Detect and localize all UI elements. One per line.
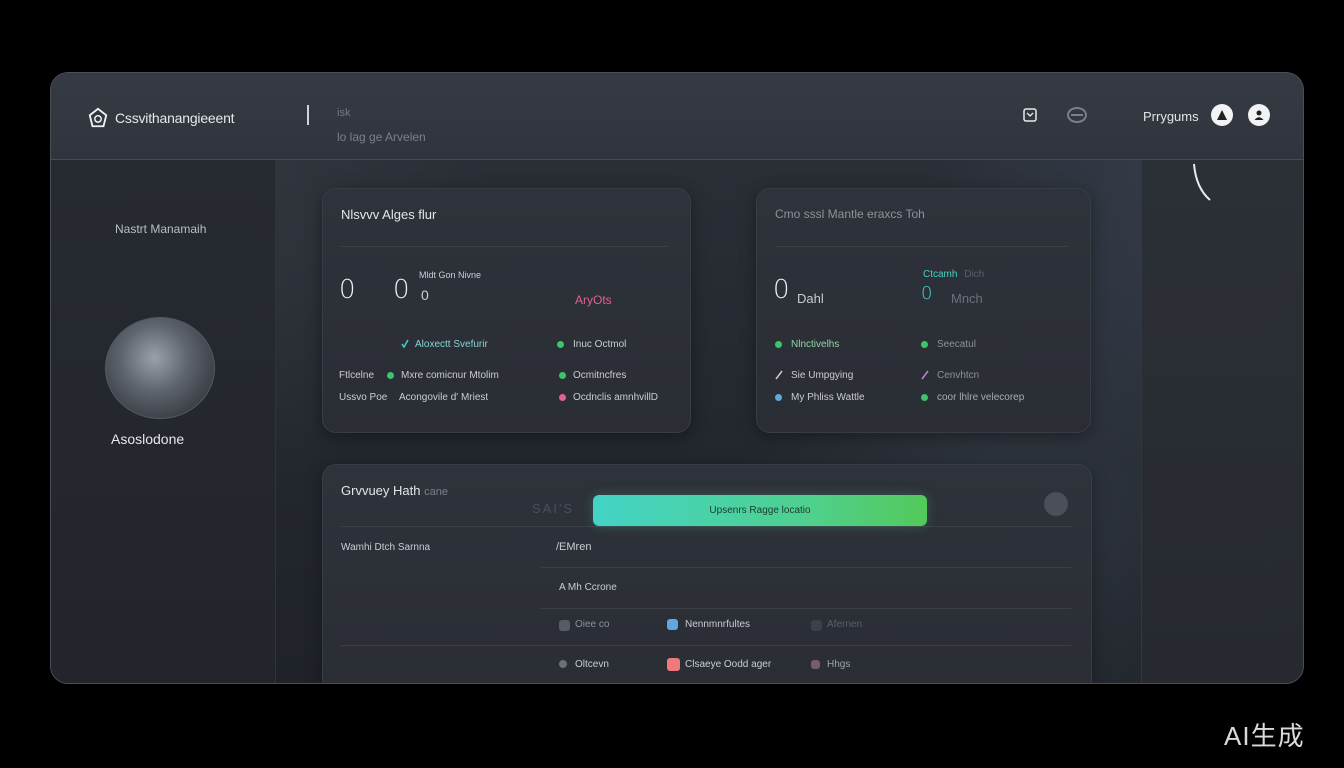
more-options-button[interactable] xyxy=(1044,492,1068,516)
row-status-icon xyxy=(559,620,570,631)
table-row-3-cell-4[interactable]: Hhgs xyxy=(827,659,850,670)
table-title: Grvvuey Hath cane xyxy=(341,483,448,498)
account-avatar-button[interactable] xyxy=(1248,104,1270,126)
metric-row3-label: Ussvo Poe xyxy=(339,392,388,403)
table-row-2-cell-2[interactable]: Oiee co xyxy=(575,619,609,630)
metric-row3-a: My Phliss Wattle xyxy=(791,392,865,403)
divider xyxy=(541,608,1071,609)
metric-row1-a-text: Nlnctivelhs xyxy=(791,339,840,350)
status-chip-text: Ctcamh xyxy=(923,269,958,280)
row-status-icon-blue xyxy=(667,619,678,630)
metric-row3-b: Ocdnclis amnhvillD xyxy=(573,392,659,403)
sync-icon xyxy=(1067,107,1087,123)
arrow-icon xyxy=(921,370,929,380)
table-row-3-cell-3[interactable]: Clsaeye Oodd ager xyxy=(685,659,771,670)
ghost-label: SAI'S xyxy=(532,501,575,516)
row-status-icon xyxy=(811,660,820,669)
status-dot-green xyxy=(387,372,394,379)
arrow-icon xyxy=(775,370,783,380)
status-dot-blue xyxy=(775,394,782,401)
status-chip: Ctcamh Dich xyxy=(923,269,984,280)
person-icon xyxy=(1254,110,1264,120)
metric-row2-a: Mxre comicnur Mtolim xyxy=(401,370,499,381)
profile-name: Asoslodone xyxy=(111,431,185,447)
stat-value-1: 0 xyxy=(773,275,790,305)
divider xyxy=(341,645,1071,646)
table-title-suffix: cane xyxy=(424,486,448,498)
metric-row1-b: Seecatul xyxy=(937,339,976,350)
table-row-3-cell-2[interactable]: Oltcevn xyxy=(575,659,609,670)
app-window: Cssvithanangieeent isk lo lag ge Arvelen… xyxy=(50,72,1304,684)
divider xyxy=(341,246,668,247)
ai-watermark: AI生成 xyxy=(1224,721,1305,751)
metric-row2-label: Ftlcelne xyxy=(339,370,375,381)
crescent-icon xyxy=(1193,163,1211,201)
right-summary-card: Cmo sssl Mantle eraxcs Toh 0 Dahl Ctcamh… xyxy=(756,188,1091,433)
column-header-2[interactable]: /EMren xyxy=(556,541,591,553)
stat-label-1: Dahl xyxy=(797,291,824,306)
shield-logo-icon xyxy=(88,107,108,128)
status-dot-green xyxy=(775,341,782,348)
metric-row3-b: coor lhlre velecorep xyxy=(937,392,1025,403)
metric-row1-a: Nlnctivelhs xyxy=(791,339,839,350)
accent-label-text: AryOts xyxy=(575,293,612,307)
top-bar: Cssvithanangieeent isk lo lag ge Arvelen… xyxy=(51,73,1303,160)
table-row-2-cell-3[interactable]: Nennmnrfultes xyxy=(685,619,750,630)
status-dot-green xyxy=(921,394,928,401)
column-header-1[interactable]: Wamhi Dtch Sarnna xyxy=(341,542,430,553)
user-avatar-button[interactable] xyxy=(1211,104,1233,126)
row-status-dot xyxy=(559,660,567,668)
stat-value-2: 0 xyxy=(921,283,933,304)
status-dot-green xyxy=(557,341,564,348)
primary-cta-button[interactable]: Upsenrs Ragge locatio xyxy=(593,495,927,526)
profile-avatar[interactable] xyxy=(105,317,215,419)
sidebar: Nastrt Manamaih Asoslodone xyxy=(51,160,276,683)
user-icon xyxy=(1217,110,1227,120)
stat-value-1: 0 xyxy=(339,275,356,305)
row-status-icon-coral xyxy=(667,658,680,671)
app-title: Cssvithanangieeent xyxy=(115,110,235,126)
metric-row1-b: Inuc Octmol xyxy=(573,339,627,350)
left-card-title: Nlsvvv Alges flur xyxy=(341,207,437,222)
divider xyxy=(775,246,1068,247)
stat-sub-label: Mldt Gon Nivne xyxy=(419,270,482,280)
metric-row2-b: Ocmitncfres xyxy=(573,370,627,381)
metric-row1-a: Aloxectt Svefurir xyxy=(415,339,488,350)
left-summary-card: Nlsvvv Alges flur 0 0 Mldt Gon Nivne 0 A… xyxy=(322,188,691,433)
table-row-1-cell-2-text: A Mh Ccrone xyxy=(559,582,617,593)
window-icon xyxy=(1023,108,1037,122)
stat-value-3: 0 xyxy=(421,287,429,303)
window-icon-button[interactable] xyxy=(1021,106,1039,124)
metric-row2-b: Cenvhtcn xyxy=(937,370,980,381)
breadcrumb-line-1: isk xyxy=(337,107,351,119)
check-icon xyxy=(401,339,409,349)
divider xyxy=(541,567,1071,568)
metric-row3-a: Acongovile d' Mriest xyxy=(399,392,489,403)
table-row-2-cell-4[interactable]: Afernen xyxy=(827,619,862,630)
row-status-icon xyxy=(811,620,822,631)
table-row-1-cell-2[interactable]: A Mh Ccrone xyxy=(559,582,617,593)
right-panel xyxy=(1141,160,1303,683)
right-card-title: Cmo sssl Mantle eraxcs Toh xyxy=(775,207,925,221)
stat-value-2: 0 xyxy=(393,275,410,305)
sidebar-heading[interactable]: Nastrt Manamaih xyxy=(115,222,206,236)
status-dot-green xyxy=(559,372,566,379)
accent-label: AryOts xyxy=(575,293,612,307)
status-dot-green xyxy=(921,341,928,348)
metric-row1-a-text: Aloxectt Svefurir xyxy=(415,339,488,350)
metric-row2-a: Sie Umpgying xyxy=(791,370,854,381)
sync-icon-button[interactable] xyxy=(1066,106,1088,124)
app-logo[interactable]: Cssvithanangieeent xyxy=(87,107,235,129)
status-chip-text-2: Dich xyxy=(964,269,985,280)
table-title-text: Grvvuey Hath xyxy=(341,483,421,498)
status-dot-pink xyxy=(559,394,566,401)
text-cursor xyxy=(307,105,309,125)
stat-label-2: Mnch xyxy=(951,291,983,306)
divider xyxy=(341,526,1071,527)
user-name[interactable]: Prrygums xyxy=(1143,109,1199,124)
breadcrumb-line-2: lo lag ge Arvelen xyxy=(337,130,426,144)
